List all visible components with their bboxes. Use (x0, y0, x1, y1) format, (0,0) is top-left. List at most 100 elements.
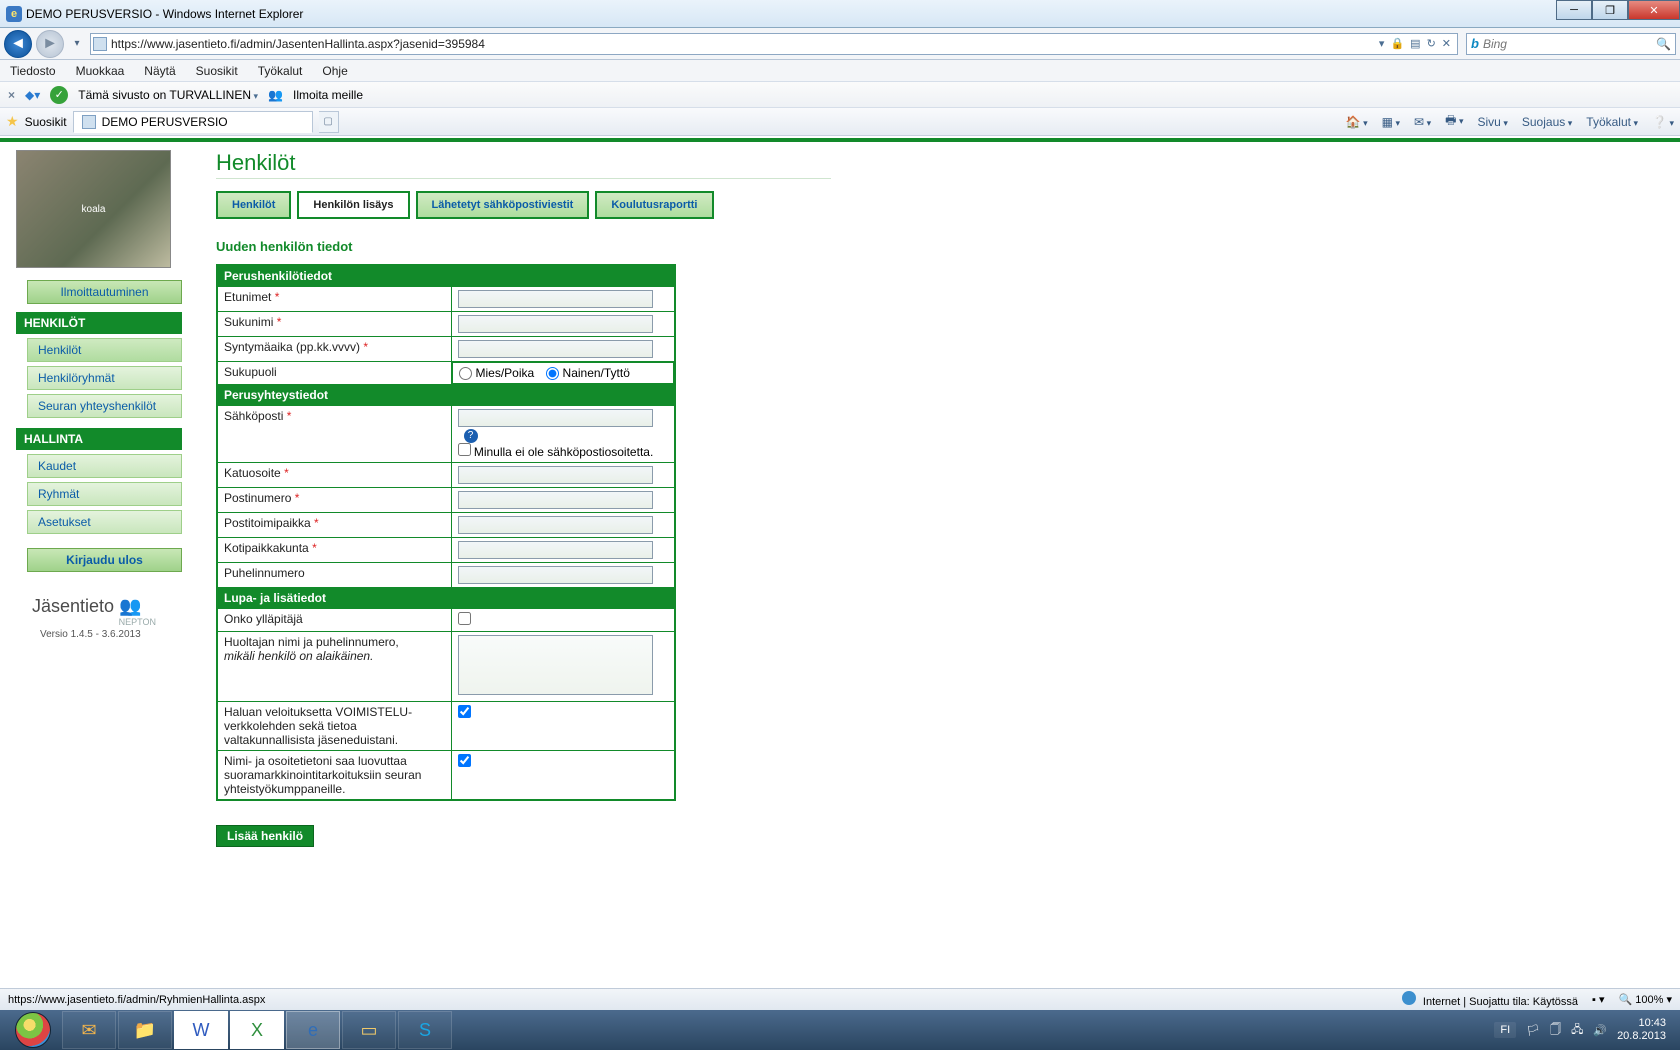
main-area: Henkilöt Henkilöt Henkilön lisäys Lähete… (216, 150, 831, 847)
checkbox-admin[interactable] (458, 612, 471, 625)
brand-logo: Jäsentieto 👥 NEPTON (32, 596, 186, 627)
mail-icon[interactable]: ✉ (1414, 115, 1431, 129)
sidebar-item-teamgroups[interactable]: Ryhmät (27, 482, 182, 506)
stop-icon[interactable]: ✕ (1442, 37, 1451, 50)
maximize-button[interactable]: ❐ (1592, 0, 1628, 20)
taskbar-word[interactable]: W (174, 1011, 228, 1049)
tab-people[interactable]: Henkilöt (216, 191, 291, 219)
sidebar-item-contacts[interactable]: Seuran yhteyshenkilöt (27, 394, 182, 418)
menu-tools[interactable]: Työkalut (258, 64, 303, 78)
input-birthdate[interactable] (458, 340, 653, 358)
form-heading: Uuden henkilön tiedot (216, 239, 831, 254)
favorites-label[interactable]: Suosikit (25, 115, 67, 129)
taskbar-excel[interactable]: X (230, 1011, 284, 1049)
email-help-icon[interactable]: ? (464, 429, 478, 443)
minimize-button[interactable]: ─ (1556, 0, 1592, 20)
tools-menu[interactable]: Työkalut (1586, 115, 1638, 129)
internet-zone-icon (1402, 991, 1416, 1005)
close-button[interactable]: ✕ (1628, 0, 1680, 20)
input-postcode[interactable] (458, 491, 653, 509)
menu-view[interactable]: Näytä (144, 64, 175, 78)
start-button[interactable] (6, 1010, 60, 1050)
label-phone: Puhelinnumero (217, 563, 451, 588)
taskbar-explorer[interactable]: 📁 (118, 1011, 172, 1049)
protected-mode-dropdown[interactable]: ▪ ▾ (1592, 993, 1604, 1006)
print-icon[interactable]: 🖶 (1445, 111, 1463, 132)
safety-menu[interactable]: Suojaus (1522, 115, 1572, 129)
input-phone[interactable] (458, 566, 653, 584)
menu-edit[interactable]: Muokkaa (76, 64, 125, 78)
address-bar[interactable]: https://www.jasentieto.fi/admin/Jasenten… (90, 33, 1458, 55)
brand-people-icon: 👥 (119, 596, 141, 616)
sidebar-item-groups[interactable]: Henkilöryhmät (27, 366, 182, 390)
sidebar-item-people[interactable]: Henkilöt (27, 338, 182, 362)
checkbox-noemail[interactable] (458, 443, 471, 456)
browser-search-box[interactable]: b 🔍 (1466, 33, 1676, 55)
window-title: DEMO PERUSVERSIO - Windows Internet Expl… (26, 7, 303, 21)
tray-volume-icon[interactable]: 🔊 (1593, 1024, 1607, 1037)
zoom-value: 100% (1635, 994, 1663, 1006)
menu-favorites[interactable]: Suosikit (196, 64, 238, 78)
checkbox-permission-marketing[interactable] (458, 754, 471, 767)
search-submit-icon[interactable]: 🔍 (1656, 37, 1671, 51)
search-input[interactable] (1483, 37, 1652, 51)
input-lastname[interactable] (458, 315, 653, 333)
close-toolbar-icon[interactable]: × (8, 88, 15, 102)
section-contact: Perusyhteystiedot (217, 385, 675, 406)
feeds-icon[interactable]: ▦ (1382, 115, 1400, 129)
tray-clock[interactable]: 10:43 20.8.2013 (1617, 1017, 1666, 1043)
input-firstname[interactable] (458, 290, 653, 308)
input-email[interactable] (458, 409, 653, 427)
recent-pages-dropdown[interactable]: ▾ (68, 38, 86, 49)
taskbar-sticky[interactable]: ▭ (342, 1011, 396, 1049)
help-menu-icon[interactable]: ❔ (1652, 115, 1674, 129)
dropdown-icon[interactable]: ▾ (1379, 37, 1385, 50)
register-button[interactable]: Ilmoittautuminen (27, 280, 182, 304)
menu-file[interactable]: Tiedosto (10, 64, 56, 78)
tab-training-report[interactable]: Koulutusraportti (595, 191, 713, 219)
back-button[interactable]: ◄ (4, 30, 32, 58)
browser-tab[interactable]: DEMO PERUSVERSIO (73, 111, 313, 133)
input-postoffice[interactable] (458, 516, 653, 534)
taskbar-ie[interactable]: e (286, 1011, 340, 1049)
toolbar-icon[interactable]: ◆▾ (25, 88, 40, 102)
label-admin: Onko ylläpitäjä (217, 609, 451, 632)
lang-indicator[interactable]: FI (1494, 1022, 1516, 1038)
logout-button[interactable]: Kirjaudu ulos (27, 548, 182, 572)
add-person-button[interactable]: Lisää henkilö (216, 825, 314, 847)
tab-sent-emails[interactable]: Lähetetyt sähköpostiviestit (416, 191, 590, 219)
tray-battery-icon[interactable]: 🗍 (1550, 1021, 1561, 1040)
textarea-guardian[interactable] (458, 635, 653, 695)
taskbar-outlook[interactable]: ✉ (62, 1011, 116, 1049)
input-hometown[interactable] (458, 541, 653, 559)
tab-add-person[interactable]: Henkilön lisäys (297, 191, 409, 219)
lock-icon[interactable]: 🔒 (1390, 37, 1404, 50)
tray-network-icon[interactable]: 🖧 (1571, 1021, 1583, 1040)
input-street[interactable] (458, 466, 653, 484)
radio-male[interactable] (459, 367, 472, 380)
radio-female[interactable] (546, 367, 559, 380)
checkbox-permission-news[interactable] (458, 705, 471, 718)
sidebar-item-settings[interactable]: Asetukset (27, 510, 182, 534)
favorites-star-icon[interactable]: ★ (6, 113, 19, 130)
zoom-control[interactable]: 🔍 100% ▾ (1619, 993, 1672, 1006)
taskbar-skype[interactable]: S (398, 1011, 452, 1049)
browser-menu-bar: Tiedosto Muokkaa Näytä Suosikit Työkalut… (0, 60, 1680, 82)
report-link[interactable]: Ilmoita meille (293, 88, 363, 102)
home-icon[interactable]: 🏠 (1346, 115, 1368, 129)
url-text: https://www.jasentieto.fi/admin/Jasenten… (111, 37, 1375, 51)
sidebar-item-seasons[interactable]: Kaudet (27, 454, 182, 478)
new-tab-button[interactable]: ▢ (319, 111, 339, 133)
compat-view-icon[interactable]: ▤ (1410, 37, 1420, 50)
safe-label[interactable]: Tämä sivusto on TURVALLINEN (78, 88, 258, 102)
bing-icon: b (1471, 36, 1479, 51)
section-permissions: Lupa- ja lisätiedot (217, 588, 675, 609)
brand-text: Jäsentieto (32, 596, 114, 616)
forward-button[interactable]: ► (36, 30, 64, 58)
label-female: Nainen/Tyttö (563, 366, 630, 380)
refresh-icon[interactable]: ↻ (1427, 37, 1436, 50)
page-menu[interactable]: Sivu (1478, 115, 1508, 129)
menu-help[interactable]: Ohje (322, 64, 347, 78)
content-tabs: Henkilöt Henkilön lisäys Lähetetyt sähkö… (216, 191, 831, 219)
tray-flag-icon[interactable]: 🏳 (1526, 1024, 1540, 1037)
